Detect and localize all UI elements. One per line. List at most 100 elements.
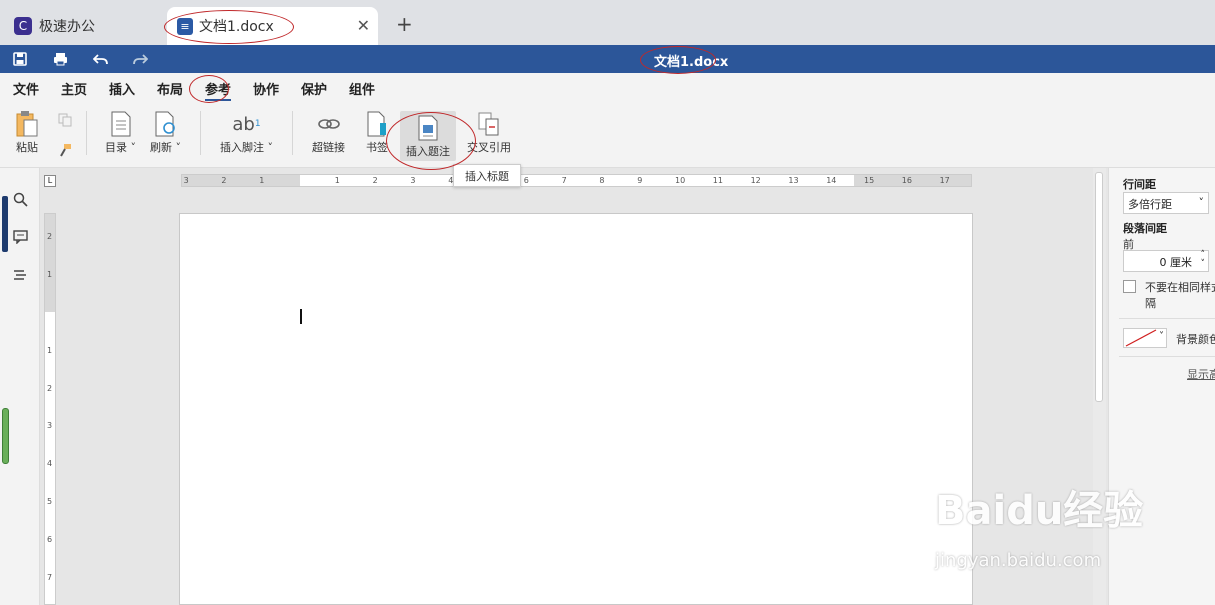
ruler-tick-label: 3 [47, 421, 53, 431]
print-icon[interactable] [50, 49, 70, 69]
ruler-tick-label: 2 [221, 176, 227, 185]
bookmark-button[interactable]: 书签 [364, 109, 390, 155]
ruler-tick-label: 12 [750, 176, 761, 185]
tooltip: 插入标题 [453, 164, 521, 187]
menu-home[interactable]: 主页 [61, 79, 87, 98]
bookmark-label: 书签 [366, 141, 388, 154]
copy-icon[interactable] [56, 111, 74, 129]
panel-divider [1119, 356, 1215, 357]
link-icon [316, 109, 342, 139]
menu-collaborate[interactable]: 协作 [253, 79, 279, 98]
background-color-label: 背景颜色 [1176, 333, 1215, 346]
ruler-tick-label: 1 [334, 176, 340, 185]
toc-button[interactable]: 目录 ˅ [105, 109, 136, 155]
menu-file[interactable]: 文件 [13, 79, 39, 98]
ruler-tick-label: 2 [47, 383, 53, 393]
annotation-ellipse [640, 46, 716, 74]
paste-icon [14, 109, 40, 139]
no-space-same-style-label: 不要在相同样式 [1145, 281, 1215, 294]
chevron-down-icon: ˅ [1198, 196, 1205, 209]
no-space-same-style-checkbox[interactable] [1123, 280, 1136, 293]
undo-icon[interactable] [90, 49, 110, 69]
paste-button[interactable]: 粘贴 [14, 109, 40, 155]
ruler-tick-label: 16 [901, 176, 912, 185]
footnote-label: 插入脚注 ˅ [220, 141, 273, 154]
show-advanced-link[interactable]: 显示高 [1187, 366, 1215, 382]
hyperlink-label: 超链接 [312, 141, 345, 154]
menu-insert[interactable]: 插入 [109, 79, 135, 98]
sidebar-scroll-handle[interactable] [2, 408, 9, 464]
ruler-tick-label: 10 [675, 176, 686, 185]
tab-app[interactable]: C 极速办公 [4, 7, 160, 45]
insert-footnote-button[interactable]: ab 1 插入脚注 ˅ [220, 109, 273, 155]
ruler-tick-label: 3 [410, 176, 416, 185]
ruler-tick-label: 17 [939, 176, 950, 185]
refresh-button[interactable]: 刷新 ˅ [150, 109, 181, 155]
ruler-tick-label: 9 [637, 176, 643, 185]
chevron-down-icon: ˅ [1159, 331, 1164, 342]
navigation-icon[interactable] [11, 266, 29, 284]
ruler-tick-label: 2 [47, 232, 53, 242]
ruler-tick-label: 1 [47, 270, 53, 280]
annotation-ellipse [189, 75, 229, 103]
comment-icon[interactable] [11, 228, 29, 246]
ruler-top-margin [45, 214, 55, 312]
ruler-tick-label: 6 [47, 534, 53, 544]
app-logo-icon: C [14, 17, 32, 35]
refresh-label: 刷新 ˅ [150, 141, 181, 154]
ruler-tick-label: 1 [47, 345, 53, 355]
annotation-ellipse [164, 10, 294, 44]
ruler-tick-label: 2 [372, 176, 378, 185]
background-color-picker[interactable]: ˅ [1123, 328, 1167, 348]
watermark-logo: Baidu经验 [935, 488, 1144, 534]
ruler-tick-label: 5 [47, 497, 53, 506]
toc-label: 目录 ˅ [105, 141, 136, 154]
ruler-tick-label: 14 [826, 176, 837, 185]
ribbon-separator [200, 111, 201, 155]
vertical-scrollbar[interactable] [1093, 168, 1106, 605]
menu-components[interactable]: 组件 [349, 79, 375, 98]
ribbon-separator [86, 111, 87, 155]
add-tab-icon[interactable]: + [396, 12, 413, 36]
ruler-tab-selector[interactable]: L [44, 175, 56, 187]
no-space-same-style-label-2: 隔 [1145, 297, 1156, 310]
line-spacing-label: 行间距 [1123, 178, 1156, 191]
vertical-ruler[interactable]: 2 1 1 2 3 4 5 6 7 [44, 213, 56, 605]
title-bar: 文档1.docx [0, 45, 1215, 73]
hyperlink-button[interactable]: 超链接 [312, 109, 345, 155]
menu-bar: 文件 主页 插入 布局 参考 协作 保护 组件 [0, 73, 1215, 101]
ribbon-toolbar: 粘贴 目录 ˅ 刷新 ˅ ab 1 插入脚注 ˅ 超链接 书签 插入题注 交叉引… [0, 101, 1215, 168]
ruler-tick-label: 1 [259, 176, 265, 185]
sidebar-active-indicator [2, 196, 8, 252]
toc-icon [108, 109, 134, 139]
stepper-icon[interactable]: ˄ ˅ [1201, 251, 1206, 269]
ruler-left-margin [182, 175, 300, 186]
line-spacing-select[interactable]: 多倍行距 ˅ [1123, 192, 1209, 214]
search-icon[interactable] [11, 190, 29, 208]
annotation-ellipse [386, 112, 476, 170]
horizontal-ruler[interactable]: 3211234567891011121314151617 [181, 174, 972, 187]
scrollbar-thumb[interactable] [1095, 172, 1103, 402]
menu-layout[interactable]: 布局 [157, 79, 183, 98]
redo-icon[interactable] [130, 49, 150, 69]
panel-divider [1119, 318, 1215, 319]
paragraph-settings-panel: 行间距 多倍行距 ˅ 段落间距 前 0 厘米 ˄ ˅ 不要在相同样式 隔 ˅ 背景… [1108, 168, 1215, 605]
spacing-before-input[interactable]: 0 厘米 ˄ ˅ [1123, 250, 1209, 272]
ruler-tick-label: 8 [599, 176, 605, 185]
menu-protect[interactable]: 保护 [301, 79, 327, 98]
watermark-url: jingyan.baidu.com [935, 550, 1102, 571]
paragraph-spacing-label: 段落间距 [1123, 222, 1167, 235]
ruler-tick-label: 7 [561, 176, 567, 185]
close-tab-icon[interactable]: ✕ [357, 16, 370, 35]
document-page[interactable] [179, 213, 973, 605]
cross-reference-icon [476, 109, 502, 139]
refresh-icon [153, 109, 179, 139]
footnote-icon: ab 1 [232, 113, 261, 135]
app-tab-label: 极速办公 [39, 19, 95, 35]
format-painter-icon[interactable] [56, 141, 74, 159]
ruler-tick-label: 3 [183, 176, 189, 185]
ruler-tick-label: 4 [47, 459, 53, 469]
save-icon[interactable] [10, 49, 30, 69]
ruler-tick-label: 6 [523, 176, 529, 185]
ruler-tick-label: 15 [864, 176, 875, 185]
